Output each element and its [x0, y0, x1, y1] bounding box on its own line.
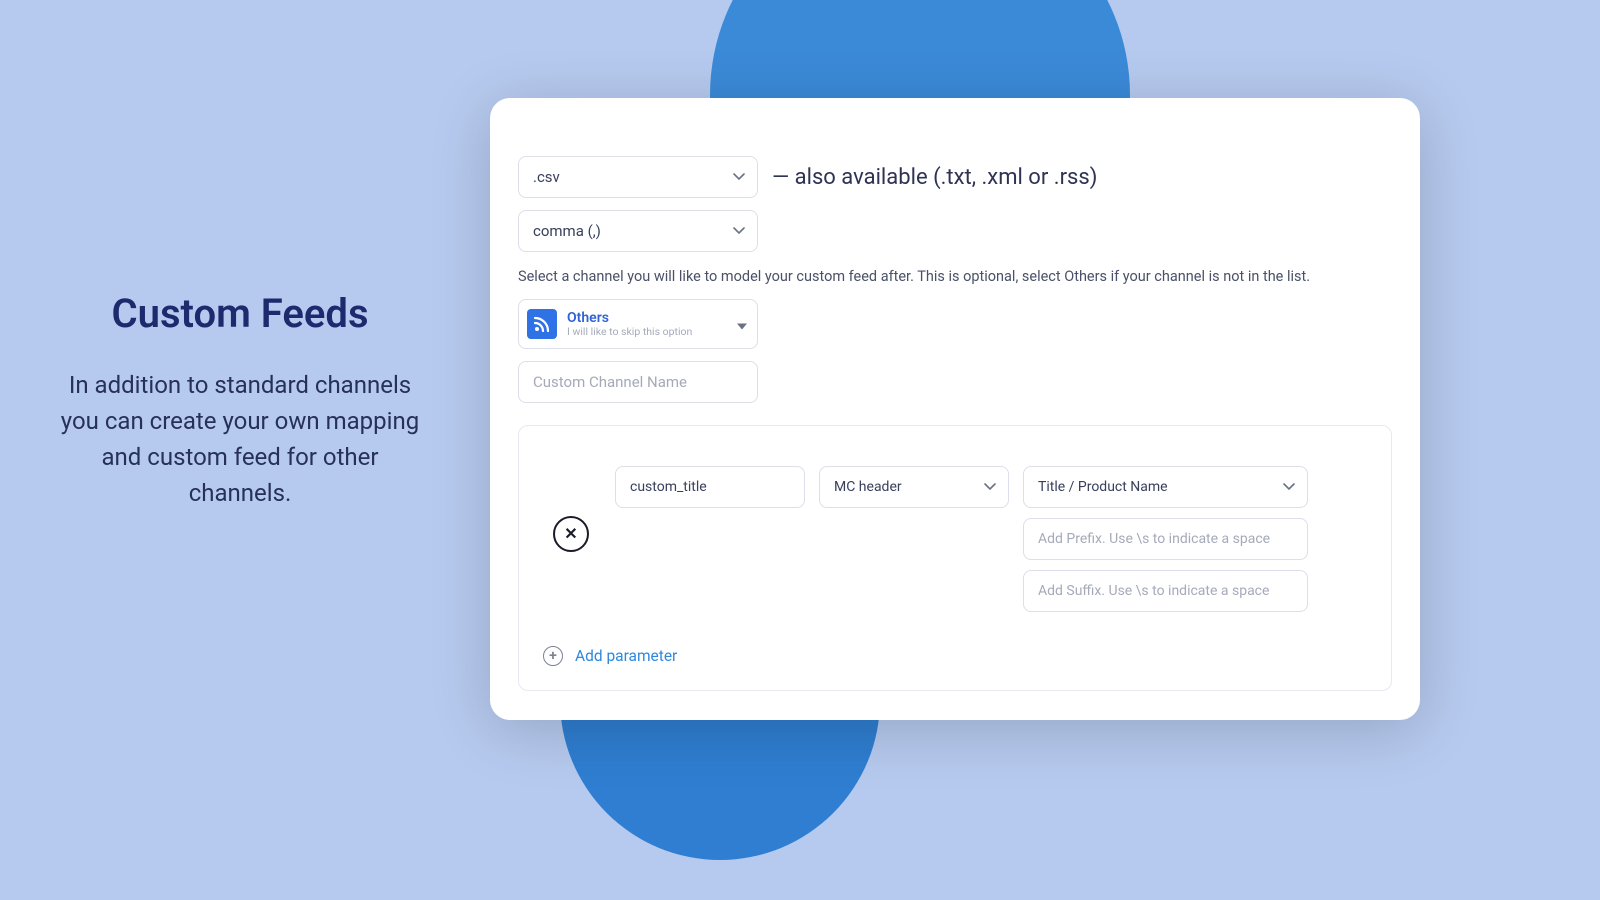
prefix-input[interactable] — [1023, 518, 1308, 560]
custom-channel-name-input[interactable] — [518, 361, 758, 403]
chevron-down-icon — [984, 483, 996, 491]
source-field-select[interactable]: Title / Product Name — [1023, 466, 1308, 508]
channel-text: Others I will like to skip this option — [567, 311, 692, 338]
chevron-down-icon — [733, 227, 745, 235]
delimiter-select[interactable]: comma (,) — [518, 210, 758, 252]
extension-hint: — also available (.txt, .xml or .rss) — [772, 165, 1097, 190]
config-card: .csv — also available (.txt, .xml or .rs… — [490, 98, 1420, 720]
chevron-down-icon — [733, 173, 745, 181]
page-title: Custom Feeds — [55, 290, 425, 337]
header-select[interactable]: MC header — [819, 466, 1009, 508]
caret-down-icon — [737, 315, 747, 334]
header-select-value: MC header — [834, 479, 902, 495]
channel-subtitle: I will like to skip this option — [567, 326, 692, 338]
channel-title: Others — [567, 311, 692, 326]
rss-icon — [527, 309, 557, 339]
delimiter-row: comma (,) — [518, 210, 1392, 252]
delimiter-value: comma (,) — [533, 222, 601, 240]
channel-select[interactable]: Others I will like to skip this option — [518, 299, 758, 349]
page-description: In addition to standard channels you can… — [55, 367, 425, 511]
chevron-down-icon — [1283, 483, 1295, 491]
add-parameter-button[interactable]: + Add parameter — [541, 640, 1369, 672]
mapping-panel: ✕ MC header Title / Product Name — [518, 425, 1392, 691]
suffix-input[interactable] — [1023, 570, 1308, 612]
source-field-value: Title / Product Name — [1038, 479, 1168, 495]
left-panel: Custom Feeds In addition to standard cha… — [55, 290, 425, 511]
file-extension-select[interactable]: .csv — [518, 156, 758, 198]
mapping-row: ✕ MC header Title / Product Name — [541, 466, 1369, 612]
file-extension-value: .csv — [533, 168, 560, 186]
extension-row: .csv — also available (.txt, .xml or .rs… — [518, 156, 1392, 198]
plus-icon: + — [543, 646, 563, 666]
channel-instruction: Select a channel you will like to model … — [518, 268, 1392, 285]
add-parameter-label: Add parameter — [575, 647, 677, 665]
field-name-input[interactable] — [615, 466, 805, 508]
close-icon: ✕ — [564, 524, 577, 544]
remove-parameter-button[interactable]: ✕ — [553, 516, 589, 552]
